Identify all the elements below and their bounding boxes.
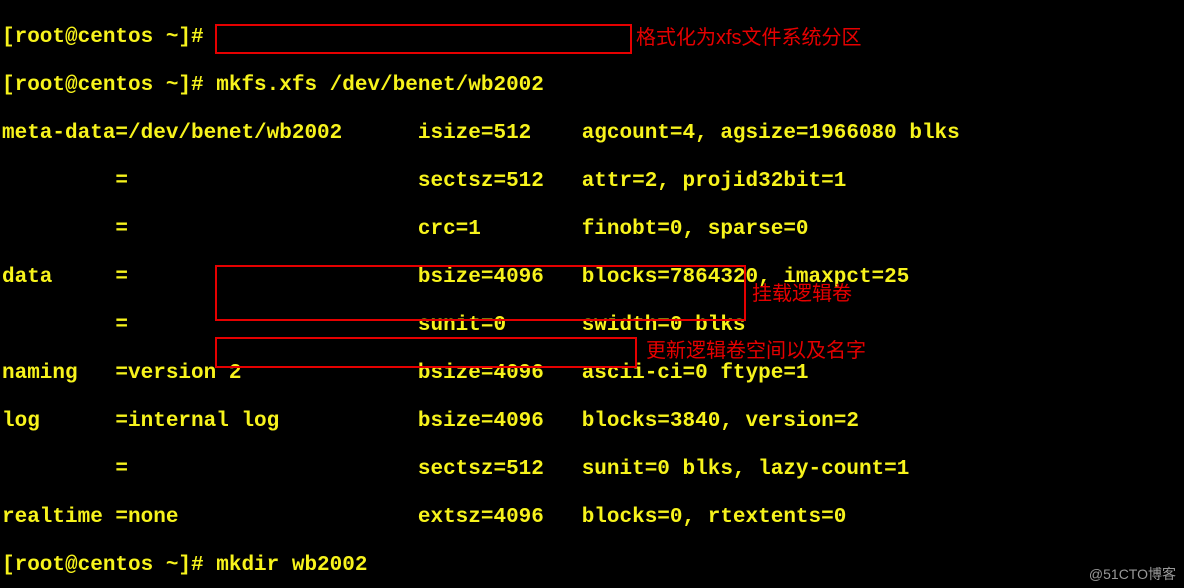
line-10: realtime =none extsz=4096 blocks=0, rtex… [2,506,985,530]
line-1[interactable]: [root@centos ~]# mkfs.xfs /dev/benet/wb2… [2,74,985,98]
line-2: meta-data=/dev/benet/wb2002 isize=512 ag… [2,122,985,146]
annotation-growfs: 更新逻辑卷空间以及名字 [646,339,866,363]
annotation-mount: 挂载逻辑卷 [752,282,852,306]
watermark: @51CTO博客 [1089,562,1176,586]
line-8: log =internal log bsize=4096 blocks=3840… [2,410,985,434]
line-3: = sectsz=512 attr=2, projid32bit=1 [2,170,985,194]
annotation-mkfs: 格式化为xfs文件系统分区 [636,26,862,50]
line-9: = sectsz=512 sunit=0 blks, lazy-count=1 [2,458,985,482]
line-6: = sunit=0 swidth=0 blks [2,314,985,338]
line-11[interactable]: [root@centos ~]# mkdir wb2002 [2,554,985,578]
line-4: = crc=1 finobt=0, sparse=0 [2,218,985,242]
line-7: naming =version 2 bsize=4096 ascii-ci=0 … [2,362,985,386]
